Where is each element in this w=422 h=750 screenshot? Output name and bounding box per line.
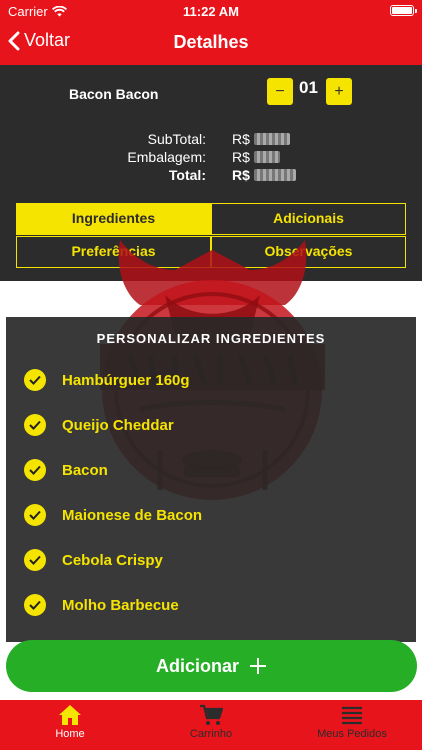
ingredient-item[interactable]: Cebola Crispy bbox=[24, 549, 163, 571]
plus-icon bbox=[250, 658, 266, 674]
tabbar-home-label: Home bbox=[55, 728, 85, 740]
ingredient-label: Maionese de Bacon bbox=[62, 506, 203, 524]
total-label: Total: bbox=[168, 167, 206, 183]
tabbar-orders[interactable]: Meus Pedidos bbox=[282, 704, 422, 740]
status-time: 11:22 AM bbox=[183, 4, 239, 19]
top-bar: Carrier 11:22 AM Voltar Detalhes bbox=[0, 0, 422, 65]
subtotal-label: SubTotal: bbox=[147, 131, 206, 147]
cart-icon bbox=[200, 704, 223, 725]
ingredient-label: Molho Barbecue bbox=[62, 596, 179, 614]
ingredient-item[interactable]: Hambúrguer 160g bbox=[24, 369, 190, 391]
ingredient-item[interactable]: Maionese de Bacon bbox=[24, 504, 202, 526]
bottom-tab-bar: Home Carrinho Meus Pedidos bbox=[0, 700, 422, 750]
ingredient-item[interactable]: Bacon bbox=[24, 459, 108, 481]
ingredient-label: Hambúrguer 160g bbox=[62, 371, 190, 389]
battery-icon bbox=[390, 5, 417, 16]
packaging-value-redacted bbox=[254, 151, 280, 163]
tabbar-home[interactable]: Home bbox=[0, 704, 140, 740]
product-name: Bacon Bacon bbox=[69, 86, 159, 102]
tabbar-cart[interactable]: Carrinho bbox=[141, 704, 281, 740]
ingredient-label: Cebola Crispy bbox=[62, 551, 163, 569]
tabbar-cart-label: Carrinho bbox=[189, 728, 233, 740]
total-value-redacted bbox=[254, 169, 296, 181]
subtotal-value-redacted bbox=[254, 133, 290, 145]
subtotal-currency: R$ bbox=[232, 131, 250, 147]
ingredients-panel: PERSONALIZAR INGREDIENTES Hambúrguer 160… bbox=[6, 317, 416, 642]
ingredient-label: Queijo Cheddar bbox=[62, 416, 174, 434]
checkmark-icon bbox=[24, 459, 46, 481]
checkmark-icon bbox=[24, 414, 46, 436]
list-icon bbox=[342, 706, 362, 725]
quantity-value: 01 bbox=[299, 78, 318, 97]
quantity-decrease-button[interactable]: − bbox=[267, 78, 293, 105]
tab-adicionais[interactable]: Adicionais bbox=[211, 203, 406, 235]
status-bar: Carrier 11:22 AM bbox=[0, 0, 422, 22]
checkmark-icon bbox=[24, 369, 46, 391]
ingredients-title: PERSONALIZAR INGREDIENTES bbox=[96, 331, 326, 346]
total-currency: R$ bbox=[232, 167, 250, 183]
home-icon bbox=[59, 705, 81, 725]
quantity-increase-button[interactable]: + bbox=[326, 78, 352, 105]
tab-ingredientes[interactable]: Ingredientes bbox=[16, 203, 211, 235]
ingredient-label: Bacon bbox=[62, 461, 108, 479]
add-to-cart-button[interactable]: Adicionar bbox=[6, 640, 417, 692]
checkmark-icon bbox=[24, 594, 46, 616]
checkmark-icon bbox=[24, 504, 46, 526]
packaging-currency: R$ bbox=[232, 149, 250, 165]
checkmark-icon bbox=[24, 549, 46, 571]
add-button-label: Adicionar bbox=[155, 655, 239, 676]
tabbar-orders-label: Meus Pedidos bbox=[317, 728, 387, 740]
ingredient-item[interactable]: Queijo Cheddar bbox=[24, 414, 174, 436]
packaging-label: Embalagem: bbox=[127, 149, 206, 165]
ingredient-item[interactable]: Molho Barbecue bbox=[24, 594, 179, 616]
page-title: Detalhes bbox=[173, 32, 249, 52]
